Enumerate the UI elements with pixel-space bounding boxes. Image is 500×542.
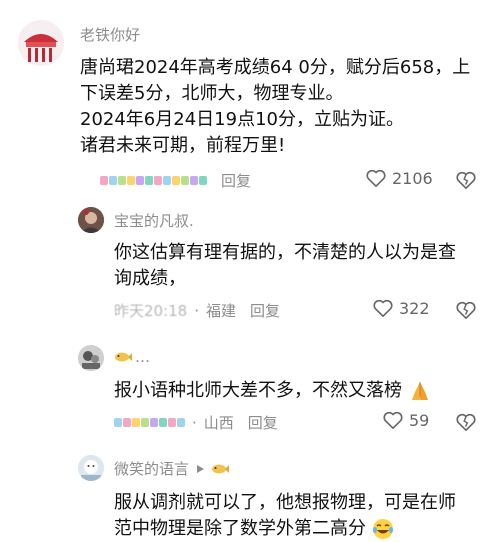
- comment-line: 下误差5分，北师大，物理专业。: [80, 83, 344, 104]
- comment-meta: 回复: [100, 170, 251, 191]
- avatar-image: [78, 345, 104, 371]
- fish-emoji-icon: [115, 352, 132, 362]
- avatar-image: [78, 207, 104, 233]
- comment-line: 2024年6月24日19点10分，立贴为证。: [80, 109, 404, 130]
- time-sticker-mask: [100, 176, 207, 185]
- like-button[interactable]: 322: [372, 298, 430, 318]
- comment-line-text: 报小语种北师大差不多，不然又落榜: [114, 380, 402, 401]
- comment-line: 范中物理是除了数学外第二高分: [114, 516, 494, 542]
- play-triangle-icon: [197, 464, 205, 473]
- user-avatar[interactable]: [78, 345, 104, 371]
- comment-text: 报小语种北师大差不多，不然又落榜: [114, 378, 494, 404]
- comment-username[interactable]: 微笑的语言: [114, 458, 230, 479]
- comment-line: 报小语种北师大差不多，不然又落榜: [114, 378, 494, 404]
- comment-username[interactable]: …: [114, 348, 150, 366]
- comment-line: 你这估算有理有据的，不清楚的人以为是查: [114, 242, 456, 263]
- time-sticker-mask: [114, 418, 185, 427]
- comment-time: 昨天20:18: [114, 302, 188, 320]
- comment-username[interactable]: 宝宝的凡叔.: [114, 210, 194, 231]
- comment-username[interactable]: 老铁你好: [80, 24, 140, 45]
- username-text: 微笑的语言: [114, 460, 190, 478]
- comment-line: 唐尚珺2024年高考成绩64 0分，赋分后658，上: [80, 57, 471, 78]
- like-count: 59: [409, 410, 430, 430]
- laugh-cry-emoji-icon: [372, 519, 393, 539]
- avatar-image: [18, 20, 64, 66]
- comment-line: 询成绩，: [114, 268, 186, 289]
- username-text: …: [135, 348, 150, 366]
- comment-meta: 昨天20:18 · 福建 回复: [114, 300, 281, 321]
- reply-button[interactable]: 回复: [221, 170, 251, 191]
- comment-text: 唐尚珺2024年高考成绩64 0分，赋分后658，上 下误差5分，北师大，物理专…: [80, 55, 490, 159]
- comment-meta: · 山西 回复: [114, 412, 278, 433]
- comment-line: 服从调剂就可以了，他想报物理，可是在师: [114, 492, 456, 513]
- like-button[interactable]: 59: [382, 410, 429, 430]
- reply-button[interactable]: 回复: [250, 300, 280, 321]
- heart-outline-icon: [373, 299, 393, 317]
- comment-location: 山西: [203, 414, 234, 432]
- reply-button[interactable]: 回复: [248, 412, 278, 433]
- user-avatar[interactable]: [78, 455, 104, 481]
- comment-location: 福建: [206, 302, 237, 320]
- heart-outline-icon: [366, 169, 386, 187]
- user-avatar[interactable]: [78, 207, 104, 233]
- comment-line-text: 范中物理是除了数学外第二高分: [114, 518, 366, 539]
- broken-heart-icon[interactable]: [455, 412, 477, 432]
- heart-outline-icon: [383, 411, 403, 429]
- pray-emoji-icon: [411, 382, 428, 400]
- fish-emoji-icon: [212, 464, 230, 473]
- like-count: 322: [399, 298, 430, 318]
- avatar-image: [78, 455, 104, 481]
- broken-heart-icon[interactable]: [455, 170, 477, 190]
- comment-text: 服从调剂就可以了，他想报物理，可是在师 范中物理是除了数学外第二高分: [114, 490, 494, 542]
- broken-heart-icon[interactable]: [455, 300, 477, 320]
- like-count: 2106: [392, 168, 433, 188]
- comment-text: 你这估算有理有据的，不清楚的人以为是查 询成绩，: [114, 240, 494, 292]
- user-avatar[interactable]: [18, 20, 64, 66]
- comment-line: 诸君未来可期，前程万里!: [80, 135, 286, 156]
- like-button[interactable]: 2106: [365, 168, 433, 188]
